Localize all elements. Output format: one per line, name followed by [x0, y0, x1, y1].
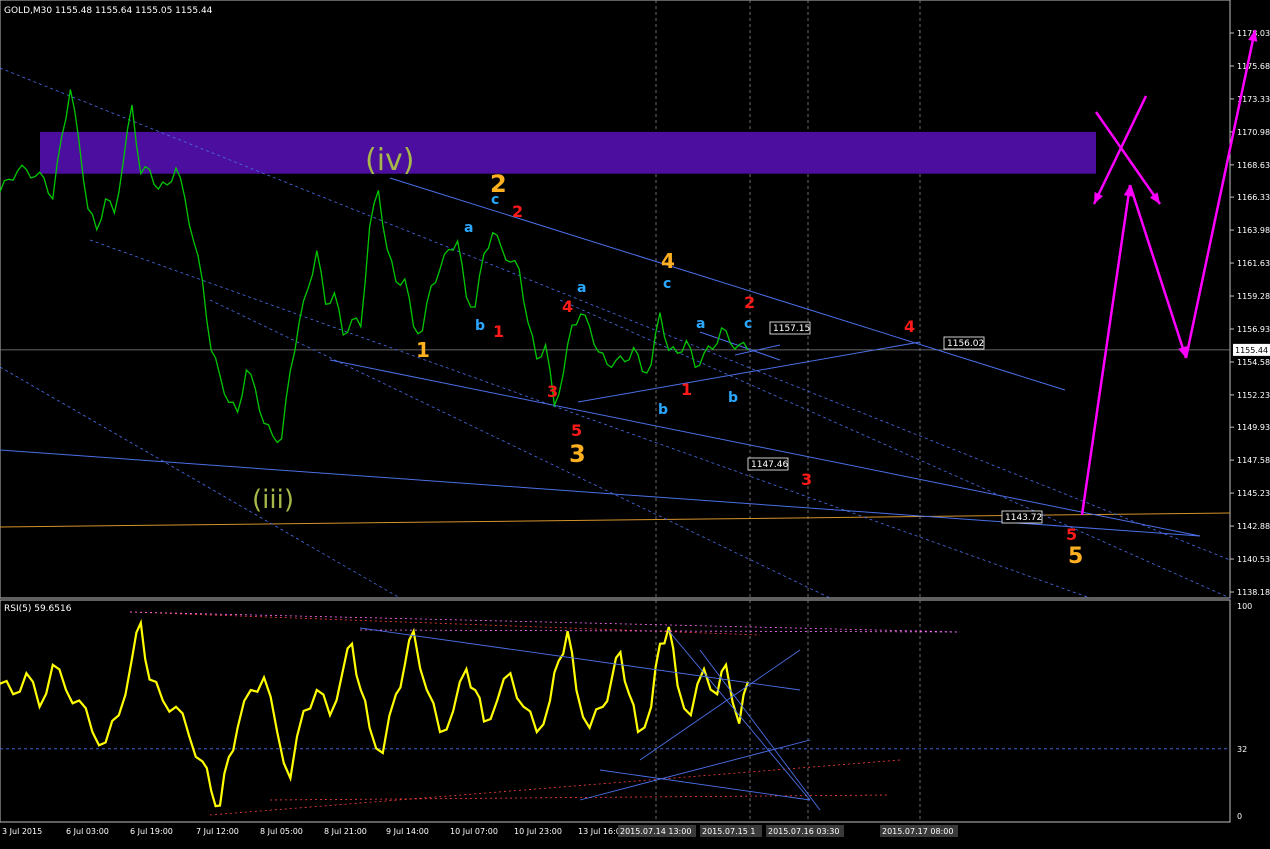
y-tick-label: 1152.23 [1237, 391, 1270, 400]
wave-label: 5 [1066, 525, 1077, 544]
wave-label: 1 [681, 380, 692, 399]
y-tick-label: 1170.98 [1237, 128, 1270, 137]
y-tick-label: 1154.58 [1237, 358, 1270, 367]
y-tick-label: 1149.93 [1237, 423, 1270, 432]
x-tick-label: 6 Jul 19:00 [130, 827, 173, 836]
chart-area: 1178.031175.681173.331170.981168.631166.… [0, 0, 1270, 845]
wave-label: b [475, 318, 485, 334]
wave-label: a [696, 316, 705, 332]
wave-label: (iv) [365, 143, 415, 178]
wave-label: 5 [571, 421, 582, 440]
wave-label: 1 [493, 322, 504, 341]
y-tick-label: 1166.33 [1237, 193, 1270, 202]
price-tag-label: 1157.15 [773, 324, 810, 334]
y-tick-label: 1175.68 [1237, 62, 1270, 71]
wave-label: c [491, 192, 499, 208]
rsi-tick-label: 0 [1237, 812, 1242, 821]
y-tick-label: 1145.23 [1237, 489, 1270, 498]
x-tick-label: 10 Jul 07:00 [450, 827, 498, 836]
wave-label: 2 [744, 293, 755, 312]
x-tick-label: 7 Jul 12:00 [196, 827, 239, 836]
rsi-tick-label: 100 [1237, 602, 1252, 611]
price-tag-label: 1147.46 [751, 460, 788, 470]
x-tick-label: 8 Jul 21:00 [324, 827, 367, 836]
wave-label: 4 [904, 317, 915, 336]
y-tick-label: 1147.58 [1237, 456, 1270, 465]
y-tick-label: 1142.88 [1237, 522, 1270, 531]
wave-label: 1 [416, 338, 430, 362]
price-tag-label: 1143.72 [1005, 513, 1042, 523]
x-tick-label-highlight: 2015.07.15 1 [702, 827, 755, 836]
wave-label: c [744, 316, 752, 332]
y-tick-label: 1168.63 [1237, 161, 1270, 170]
x-tick-label: 3 Jul 2015 [2, 827, 42, 836]
wave-label: a [464, 220, 473, 236]
wave-label: 5 [1068, 544, 1083, 569]
wave-label: c [663, 276, 671, 292]
x-tick-label-highlight: 2015.07.17 08:00 [882, 827, 953, 836]
y-tick-label: 1159.28 [1237, 292, 1270, 301]
rsi-tick-label: 32 [1237, 745, 1247, 754]
current-price-label: 1155.44 [1235, 346, 1268, 355]
y-tick-label: 1138.18 [1237, 588, 1270, 597]
x-tick-label: 8 Jul 05:00 [260, 827, 303, 836]
wave-label: 3 [569, 440, 586, 468]
wave-label: a [577, 280, 586, 296]
wave-label: 3 [801, 470, 812, 489]
wave-label: 2 [512, 202, 523, 221]
wave-label: (iii) [252, 485, 294, 515]
rsi-header: RSI(5) 59.6516 [4, 604, 72, 614]
wave-label: 3 [547, 382, 558, 401]
y-tick-label: 1156.93 [1237, 325, 1270, 334]
wave-label: 4 [661, 249, 675, 273]
x-tick-label: 9 Jul 14:00 [386, 827, 429, 836]
x-tick-label: 6 Jul 03:00 [66, 827, 109, 836]
wave-label: 4 [562, 297, 573, 316]
resistance-zone [40, 131, 1096, 174]
wave-label: b [658, 402, 668, 418]
x-tick-label: 13 Jul 16:0 [578, 827, 621, 836]
x-tick-label-highlight: 2015.07.16 03:30 [768, 827, 839, 836]
symbol-header: GOLD,M30 1155.48 1155.64 1155.05 1155.44 [4, 6, 213, 16]
wave-label: b [728, 390, 738, 406]
y-tick-label: 1163.98 [1237, 226, 1270, 235]
x-tick-label-highlight: 2015.07.14 13:00 [620, 827, 691, 836]
x-tick-label: 10 Jul 23:00 [514, 827, 562, 836]
y-tick-label: 1161.63 [1237, 259, 1270, 268]
price-chart-svg[interactable]: 1178.031175.681173.331170.981168.631166.… [0, 0, 1270, 845]
price-tag-label: 1156.02 [947, 339, 984, 349]
y-tick-label: 1140.53 [1237, 555, 1270, 564]
